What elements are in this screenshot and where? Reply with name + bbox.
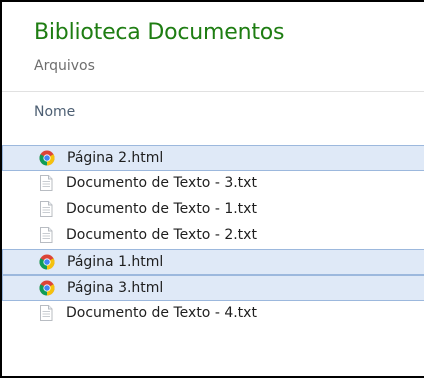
file-name: Documento de Texto - 1.txt — [66, 201, 257, 217]
file-row[interactable]: Documento de Texto - 4.txt — [2, 301, 424, 327]
text-document-icon — [38, 305, 54, 321]
header-divider — [2, 91, 424, 92]
file-name: Documento de Texto - 2.txt — [66, 227, 257, 243]
file-row[interactable]: Documento de Texto - 2.txt — [2, 223, 424, 249]
text-document-icon — [38, 227, 54, 243]
file-row[interactable]: Página 3.html — [2, 275, 424, 301]
explorer-window: Biblioteca Documentos Arquivos Nome Pági… — [0, 0, 424, 378]
file-name: Documento de Texto - 4.txt — [66, 305, 257, 321]
file-row[interactable]: Página 1.html — [2, 249, 424, 275]
file-name: Documento de Texto - 3.txt — [66, 175, 257, 191]
file-row[interactable]: Documento de Texto - 3.txt — [2, 171, 424, 197]
library-subtitle: Arquivos — [34, 58, 95, 74]
file-list: Página 2.html Documento de Texto - 3.txt… — [2, 145, 424, 327]
text-document-icon — [38, 175, 54, 191]
library-title: Biblioteca Documentos — [34, 20, 285, 45]
chrome-icon — [39, 280, 55, 296]
file-name: Página 2.html — [67, 150, 164, 166]
chrome-icon — [39, 254, 55, 270]
file-row[interactable]: Página 2.html — [2, 145, 424, 171]
chrome-icon — [39, 150, 55, 166]
file-name: Página 3.html — [67, 280, 164, 296]
file-row[interactable]: Documento de Texto - 1.txt — [2, 197, 424, 223]
text-document-icon — [38, 201, 54, 217]
library-header: Biblioteca Documentos Arquivos — [2, 2, 424, 92]
file-name: Página 1.html — [67, 254, 164, 270]
column-header-name[interactable]: Nome — [34, 104, 75, 120]
